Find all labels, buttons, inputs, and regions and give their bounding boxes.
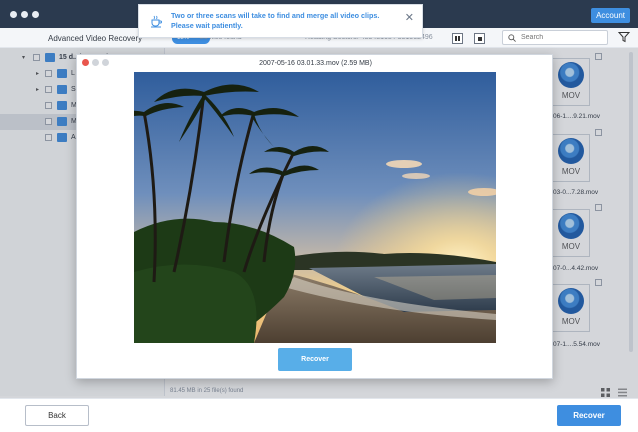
preview-dialog: 2007-05-16 03.01.33.mov (2.59 MB) Recove…	[76, 54, 553, 379]
pause-button[interactable]	[452, 33, 463, 44]
close-icon[interactable]: ✕	[405, 11, 414, 24]
pause-icon	[455, 36, 457, 41]
account-button[interactable]: Account	[591, 8, 630, 23]
recover-button[interactable]: Recover	[557, 405, 621, 426]
preview-title: 2007-05-16 03.01.33.mov (2.59 MB)	[259, 60, 372, 67]
window-dot-1[interactable]	[10, 11, 17, 18]
back-button[interactable]: Back	[25, 405, 89, 426]
search-input[interactable]	[521, 32, 605, 43]
app-title: Advanced Video Recovery	[48, 34, 143, 43]
coffee-cup-icon	[151, 15, 162, 28]
stop-button[interactable]	[474, 33, 485, 44]
scan-notification: Two or three scans will take to find and…	[138, 4, 423, 38]
notification-message: Two or three scans will take to find and…	[171, 11, 380, 30]
window-dot-3[interactable]	[32, 11, 39, 18]
search-icon	[508, 34, 516, 42]
app-window: Account Two or three scans will take to …	[0, 0, 638, 432]
window-dot-2[interactable]	[21, 11, 28, 18]
pause-icon-bar	[458, 36, 460, 41]
preview-recover-button[interactable]: Recover	[278, 348, 352, 371]
video-preview-image	[134, 72, 496, 343]
filter-icon[interactable]	[618, 31, 630, 43]
footer-bar: Back Recover	[0, 398, 638, 432]
stop-icon	[478, 37, 482, 41]
search-box	[502, 30, 608, 45]
